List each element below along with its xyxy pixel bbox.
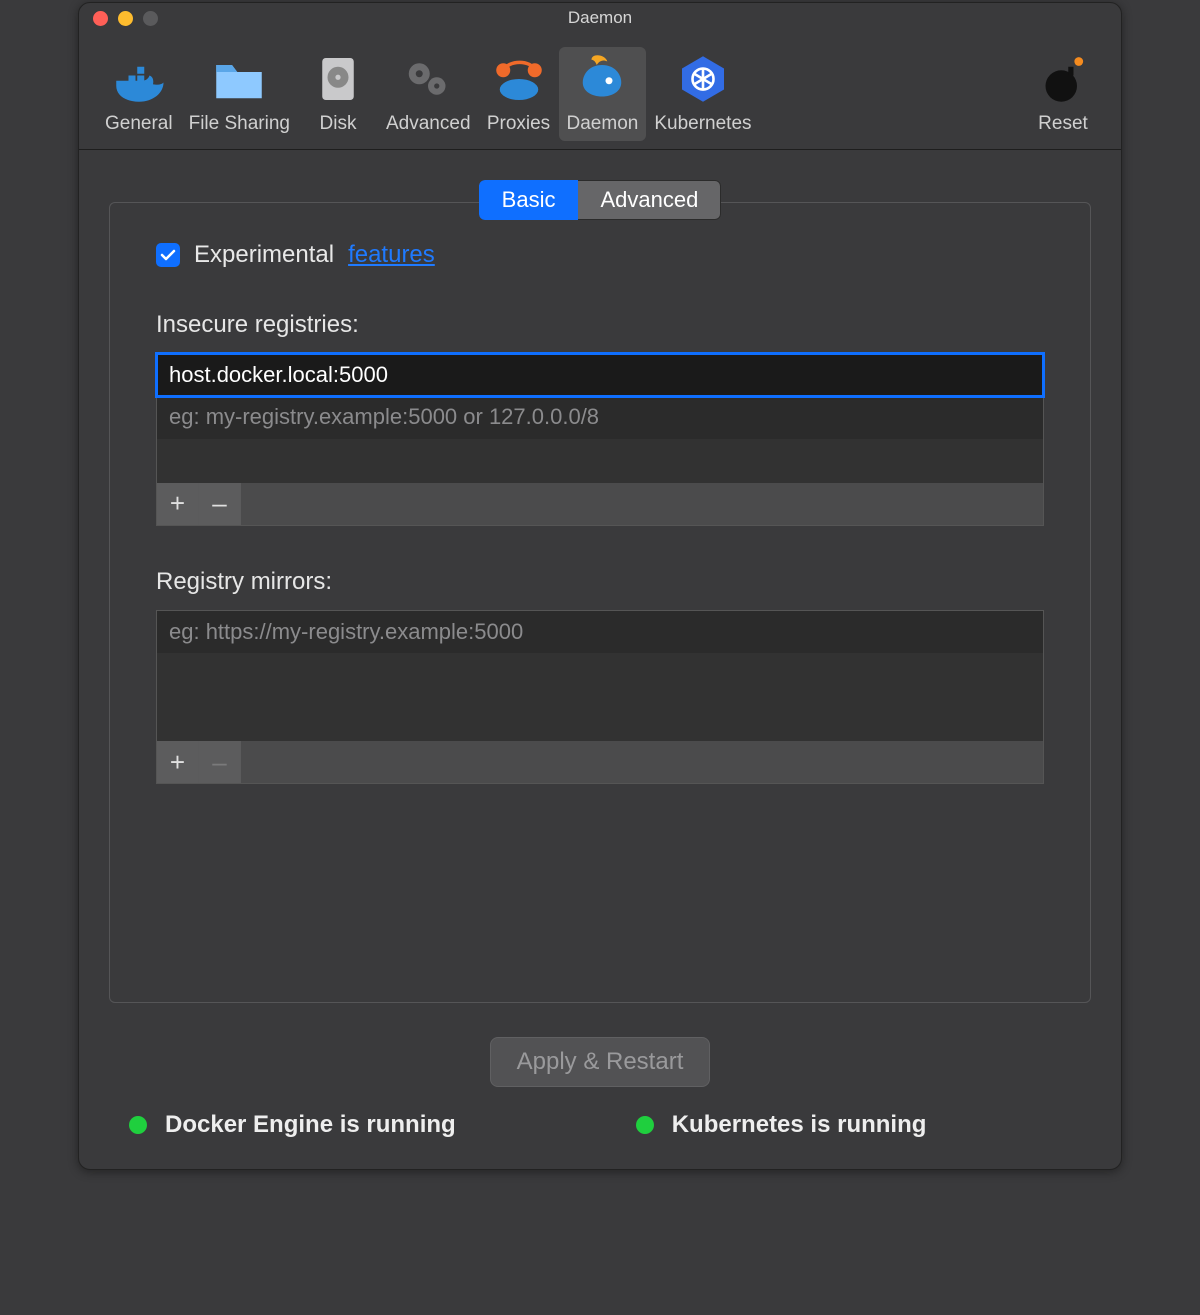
tab-disk[interactable]: Disk xyxy=(298,47,378,141)
window-controls xyxy=(79,11,158,26)
docker-status-label: Docker Engine is running xyxy=(165,1111,456,1139)
insecure-registries-controls: + – xyxy=(157,483,1043,525)
tab-label: Proxies xyxy=(487,113,550,135)
disk-icon xyxy=(310,51,366,107)
kubernetes-status-label: Kubernetes is running xyxy=(672,1111,927,1139)
whale-icon xyxy=(111,51,167,107)
tab-advanced[interactable]: Advanced xyxy=(578,180,721,220)
gears-icon xyxy=(400,51,456,107)
tab-advanced[interactable]: Advanced xyxy=(378,47,479,141)
registry-mirrors-controls: + – xyxy=(157,741,1043,783)
registry-mirrors-list: eg: https://my-registry.example:5000 + – xyxy=(156,610,1044,784)
docker-engine-status: Docker Engine is running xyxy=(129,1111,456,1139)
folder-icon xyxy=(211,51,267,107)
tab-label: File Sharing xyxy=(189,113,290,135)
features-link[interactable]: features xyxy=(348,241,435,269)
insecure-registries-section: Insecure registries: host.docker.local:5… xyxy=(156,311,1044,526)
tab-label: Kubernetes xyxy=(654,113,751,135)
remove-mirror-button: – xyxy=(199,741,241,783)
minimize-icon[interactable] xyxy=(118,11,133,26)
tab-label: Reset xyxy=(1038,113,1088,135)
tab-basic[interactable]: Basic xyxy=(479,180,579,220)
daemon-icon xyxy=(574,51,630,107)
insecure-registry-placeholder[interactable]: eg: my-registry.example:5000 or 127.0.0.… xyxy=(157,396,1043,438)
apply-wrap: Apply & Restart xyxy=(109,1023,1091,1111)
add-registry-button[interactable]: + xyxy=(157,483,199,525)
list-spacer xyxy=(157,653,1043,741)
status-dot-icon xyxy=(636,1116,654,1134)
tab-label: Daemon xyxy=(567,113,639,135)
registry-mirror-placeholder[interactable]: eg: https://my-registry.example:5000 xyxy=(157,611,1043,653)
remove-registry-button[interactable]: – xyxy=(199,483,241,525)
daemon-tabs: Basic Advanced xyxy=(479,180,722,220)
insecure-registry-input[interactable]: host.docker.local:5000 xyxy=(157,354,1043,396)
preferences-toolbar: General File Sharing Disk Advanced Proxi xyxy=(79,33,1121,150)
proxy-icon xyxy=(491,51,547,107)
window-title: Daemon xyxy=(79,8,1121,28)
reset-button[interactable]: Reset xyxy=(1023,47,1103,141)
add-mirror-button[interactable]: + xyxy=(157,741,199,783)
experimental-checkbox[interactable] xyxy=(156,243,180,267)
list-spacer xyxy=(157,439,1043,483)
registry-mirrors-section: Registry mirrors: eg: https://my-registr… xyxy=(156,568,1044,784)
tab-proxies[interactable]: Proxies xyxy=(479,47,559,141)
tab-file-sharing[interactable]: File Sharing xyxy=(181,47,298,141)
bomb-icon xyxy=(1035,51,1091,107)
basic-panel: Experimental features Insecure registrie… xyxy=(109,202,1091,1003)
tab-general[interactable]: General xyxy=(97,47,181,141)
status-dot-icon xyxy=(129,1116,147,1134)
kubernetes-icon xyxy=(675,51,731,107)
preferences-window: Daemon General File Sharing Disk Ad xyxy=(78,2,1122,1170)
tab-label: Advanced xyxy=(386,113,471,135)
content-area: Basic Advanced Experimental features Ins… xyxy=(79,150,1121,1111)
close-icon[interactable] xyxy=(93,11,108,26)
titlebar: Daemon xyxy=(79,3,1121,33)
insecure-registries-label: Insecure registries: xyxy=(156,311,1044,339)
experimental-row: Experimental features xyxy=(156,241,1044,269)
experimental-label: Experimental xyxy=(194,241,334,269)
tab-daemon[interactable]: Daemon xyxy=(559,47,647,141)
insecure-registries-list: host.docker.local:5000 eg: my-registry.e… xyxy=(156,353,1044,526)
registry-mirrors-label: Registry mirrors: xyxy=(156,568,1044,596)
tab-kubernetes[interactable]: Kubernetes xyxy=(646,47,759,141)
zoom-icon xyxy=(143,11,158,26)
tab-label: General xyxy=(105,113,173,135)
status-bar: Docker Engine is running Kubernetes is r… xyxy=(79,1111,1121,1169)
apply-restart-button[interactable]: Apply & Restart xyxy=(490,1037,711,1087)
kubernetes-status: Kubernetes is running xyxy=(636,1111,927,1139)
tab-label: Disk xyxy=(320,113,357,135)
